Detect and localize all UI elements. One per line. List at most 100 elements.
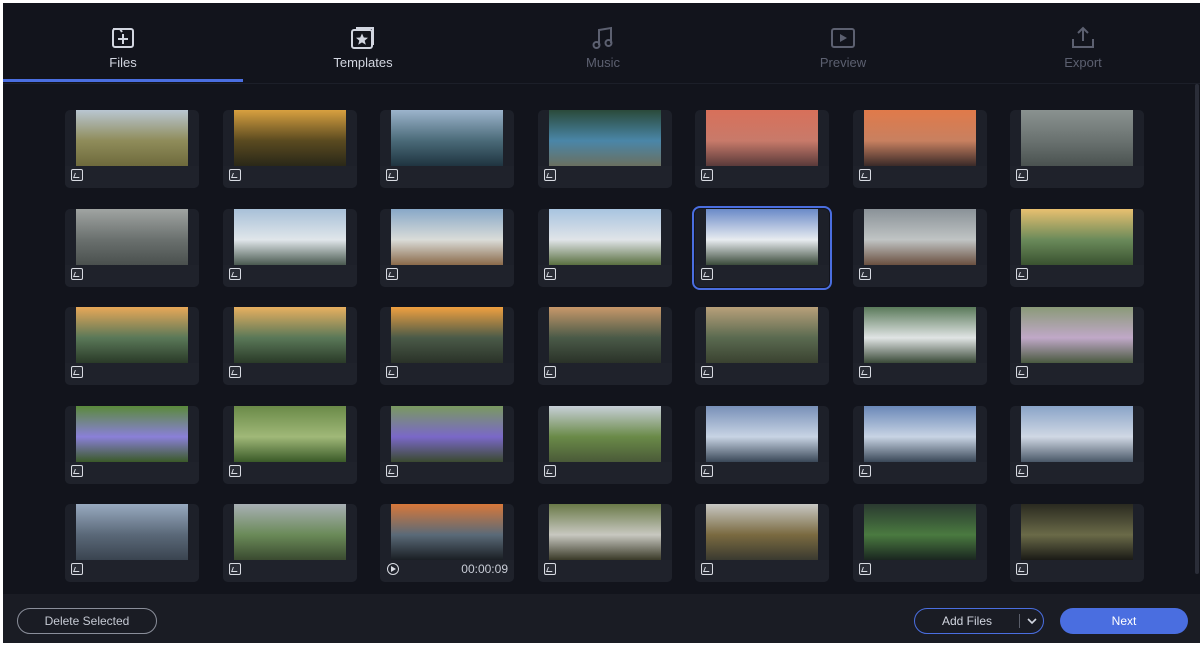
next-button[interactable]: Next (1060, 608, 1188, 634)
thumbnail-image (864, 406, 976, 462)
thumbnail-caption-bar (538, 265, 672, 287)
image-thumbnail[interactable] (380, 209, 514, 287)
image-file-icon (701, 465, 713, 477)
thumbnail-image (864, 307, 976, 363)
image-thumbnail[interactable] (695, 307, 829, 385)
tab-files[interactable]: Files (3, 3, 243, 83)
thumbnail-frame (380, 406, 514, 484)
thumbnail-caption-bar (380, 265, 514, 287)
tab-label: Files (109, 55, 137, 70)
image-thumbnail[interactable] (1010, 406, 1144, 484)
add-files-label: Add Files (941, 614, 993, 628)
thumbnail-caption-bar (695, 560, 829, 582)
thumbnail-frame (695, 406, 829, 484)
image-thumbnail[interactable] (853, 209, 987, 287)
image-thumbnail[interactable] (65, 209, 199, 287)
image-file-icon (1016, 563, 1028, 575)
image-thumbnail[interactable] (65, 110, 199, 188)
image-thumbnail[interactable] (380, 110, 514, 188)
chevron-down-icon[interactable] (1025, 612, 1039, 630)
play-circle-icon[interactable] (387, 563, 399, 575)
image-thumbnail[interactable] (65, 504, 199, 582)
image-thumbnail[interactable] (538, 110, 672, 188)
thumbnail-caption-bar (380, 166, 514, 188)
image-thumbnail[interactable] (538, 209, 672, 287)
thumbnail-frame (65, 209, 199, 287)
add-files-button[interactable]: Add Files (914, 608, 1044, 634)
image-thumbnail[interactable] (1010, 110, 1144, 188)
thumbnail-caption-bar (538, 166, 672, 188)
tab-music[interactable]: Music (483, 3, 723, 83)
image-thumbnail[interactable] (853, 307, 987, 385)
thumbnail-image (1021, 110, 1133, 166)
image-file-icon (544, 366, 556, 378)
thumbnail-caption-bar (695, 462, 829, 484)
image-file-icon (701, 563, 713, 575)
image-thumbnail[interactable] (695, 504, 829, 582)
scrollbar-thumb[interactable] (1195, 84, 1199, 574)
image-thumbnail[interactable] (223, 110, 357, 188)
thumbnail-frame (65, 307, 199, 385)
image-thumbnail[interactable] (223, 307, 357, 385)
thumbnail-image (706, 307, 818, 363)
app-window: Files Templates Music Preview Export 00:… (3, 3, 1200, 643)
thumbnail-image (864, 209, 976, 265)
thumbnail-image (391, 209, 503, 265)
image-thumbnail[interactable] (853, 110, 987, 188)
image-file-icon (859, 465, 871, 477)
image-thumbnail[interactable] (853, 504, 987, 582)
thumbnail-caption-bar (1010, 462, 1144, 484)
image-file-icon (229, 563, 241, 575)
image-thumbnail[interactable] (380, 406, 514, 484)
thumbnail-caption-bar (223, 166, 357, 188)
image-thumbnail[interactable] (65, 307, 199, 385)
image-thumbnail[interactable] (538, 504, 672, 582)
thumbnail-caption-bar (695, 166, 829, 188)
thumbnail-image (234, 504, 346, 560)
tab-preview[interactable]: Preview (723, 3, 963, 83)
thumbnail-image (706, 209, 818, 265)
video-thumbnail[interactable]: 00:00:09 (380, 504, 514, 582)
image-thumbnail[interactable] (695, 406, 829, 484)
image-thumbnail[interactable] (380, 307, 514, 385)
thumbnail-frame (65, 504, 199, 582)
image-thumbnail[interactable] (1010, 307, 1144, 385)
image-thumbnail[interactable] (695, 110, 829, 188)
image-thumbnail[interactable] (65, 406, 199, 484)
image-thumbnail[interactable] (853, 406, 987, 484)
image-file-icon (71, 268, 83, 280)
thumbnail-caption-bar (853, 363, 987, 385)
image-file-icon (71, 563, 83, 575)
top-navigation: Files Templates Music Preview Export (3, 3, 1200, 84)
thumbnail-caption-bar (853, 560, 987, 582)
image-thumbnail[interactable] (223, 406, 357, 484)
thumbnail-image (1021, 209, 1133, 265)
thumbnail-caption-bar (1010, 265, 1144, 287)
video-duration: 00:00:09 (461, 562, 508, 576)
image-file-icon (544, 268, 556, 280)
thumbnail-caption-bar (223, 363, 357, 385)
thumbnail-frame (65, 110, 199, 188)
image-thumbnail[interactable] (538, 307, 672, 385)
image-thumbnail[interactable] (223, 504, 357, 582)
grid-scrollbar[interactable] (1194, 84, 1200, 594)
tab-export[interactable]: Export (963, 3, 1200, 83)
image-thumbnail[interactable] (1010, 504, 1144, 582)
thumbnail-image (234, 406, 346, 462)
thumbnail-image (234, 110, 346, 166)
image-file-icon (1016, 268, 1028, 280)
thumbnail-frame (695, 307, 829, 385)
add-file-icon (108, 23, 138, 53)
thumbnail-caption-bar (65, 363, 199, 385)
image-thumbnail[interactable] (538, 406, 672, 484)
image-file-icon (544, 563, 556, 575)
delete-selected-button[interactable]: Delete Selected (17, 608, 157, 634)
thumbnail-image (1021, 406, 1133, 462)
image-thumbnail[interactable] (692, 206, 832, 290)
thumbnail-frame (538, 307, 672, 385)
thumbnail-frame (380, 110, 514, 188)
tab-templates[interactable]: Templates (243, 3, 483, 83)
image-thumbnail[interactable] (223, 209, 357, 287)
image-thumbnail[interactable] (1010, 209, 1144, 287)
thumbnail-image (864, 110, 976, 166)
